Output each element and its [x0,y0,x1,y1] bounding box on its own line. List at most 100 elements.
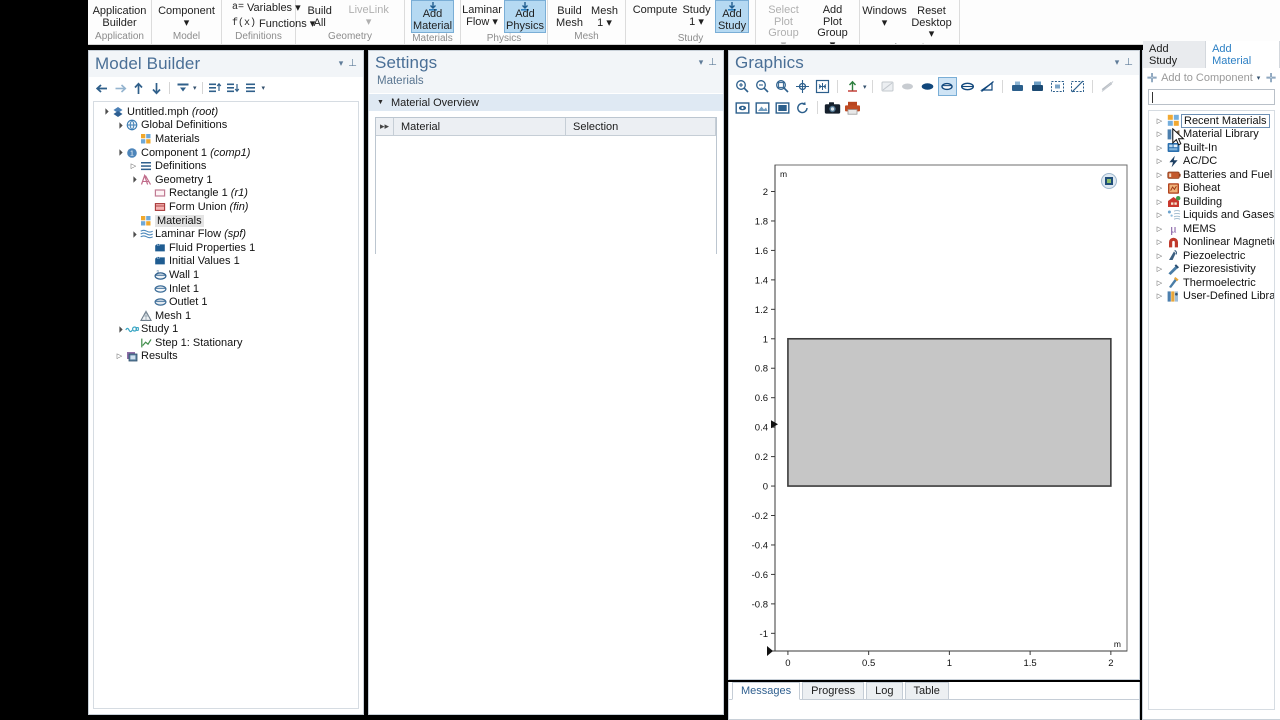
tree-node-global-definitions[interactable]: ◢ Global Definitions [94,119,358,133]
material-tree-node-material-library[interactable]: ▷ Material Library [1149,128,1274,142]
select-domains-icon[interactable] [918,77,937,96]
expander-closed-icon[interactable]: ▷ [1153,198,1166,206]
add-study-button[interactable]: Add Study [715,0,749,33]
plus-icon[interactable]: ✛ [1266,72,1276,84]
print-icon[interactable] [843,98,862,117]
zoom-to-selection-icon[interactable] [793,77,812,96]
tree-node-inlet-1[interactable]: Inlet 1 [94,282,358,296]
material-library-tree[interactable]: ▷ Recent Materials ▷ Material Library ▷ Built… [1148,110,1275,710]
expander-closed-icon[interactable]: ▷ [1153,279,1166,287]
material-tree-node-batteries-and-fuel-cell[interactable]: ▷ Batteries and Fuel Cell [1149,168,1274,182]
expander-open-icon[interactable]: ◢ [113,146,126,159]
material-tree-node-nonlinear-magnetic[interactable]: ▷ Nonlinear Magnetic [1149,236,1274,250]
pin-icon[interactable]: ⊥ [1124,57,1133,68]
collapse-all-icon[interactable] [226,81,241,96]
build-all-button[interactable]: Build All [302,4,337,30]
expander-closed-icon[interactable]: ▷ [128,162,139,170]
material-tree-node-building[interactable]: ▷ Building [1149,195,1274,209]
camera-icon[interactable] [823,98,842,117]
click-and-hide-icon[interactable] [1008,77,1027,96]
tree-node-form-union[interactable]: Form Union (fin) [94,200,358,214]
expander-closed-icon[interactable]: ▷ [114,352,125,360]
material-tree-node-built-in[interactable]: ▷ Built-In [1149,141,1274,155]
bottom-tab-messages[interactable]: Messages [732,682,801,700]
bottom-tab-table[interactable]: Table [904,682,949,699]
right-tab-add-material[interactable]: Add Material [1206,41,1280,68]
material-tree-node-user-defined-library[interactable]: ▷ User-Defined Library [1149,290,1274,304]
chevron-down-icon[interactable]: ▼ [377,99,384,106]
tree-node-mesh-1[interactable]: Mesh 1 [94,309,358,323]
variables-button[interactable]: a= Variables ▾ [228,0,305,15]
expander-open-icon[interactable]: ◢ [127,173,140,186]
deselect-box-icon[interactable] [1068,77,1087,96]
chevron-down-icon[interactable]: ▾ [262,84,266,92]
expander-open-icon[interactable]: ◢ [113,119,126,132]
reset-hiding-icon[interactable] [1028,77,1047,96]
bottom-tab-progress[interactable]: Progress [802,682,865,699]
expander-closed-icon[interactable]: ▷ [1153,265,1166,273]
select-box-icon[interactable] [1048,77,1067,96]
tree-node-step-1-stationary[interactable]: Step 1: Stationary [94,336,358,350]
tree-node-fluid-properties-1[interactable]: D Fluid Properties 1 [94,241,358,255]
add-to-component-button[interactable]: ✛ Add to Component ▾ ✛ [1143,68,1280,88]
expander-closed-icon[interactable]: ▷ [1153,211,1166,219]
expander-open-icon[interactable]: ◢ [113,323,126,336]
back-arrow-icon[interactable] [95,81,110,96]
material-tree-node-bioheat[interactable]: ▷ Bioheat [1149,182,1274,196]
mesh-1-button[interactable]: Mesh 1 ▾ [589,4,621,30]
panel-menu-icon[interactable]: ▾ [699,57,704,68]
material-tree-node-mems[interactable]: ▷ μ MEMS [1149,222,1274,236]
image-snapshot-icon[interactable] [753,98,772,117]
tree-node-component-1[interactable]: ◢ 1 Component 1 (comp1) [94,146,358,160]
zoom-extents-icon[interactable] [773,77,792,96]
expander-open-icon[interactable]: ◢ [127,228,140,241]
zoom-box-icon[interactable] [813,77,832,96]
material-tree-node-piezoresistivity[interactable]: ▷ Piezoresistivity [1149,263,1274,277]
add-physics-button[interactable]: Add Physics [504,0,546,33]
expander-closed-icon[interactable]: ▷ [1153,157,1166,165]
expander-closed-icon[interactable]: ▷ [1153,252,1166,260]
right-tab-add-study[interactable]: Add Study [1143,41,1207,68]
forward-arrow-icon[interactable] [113,81,128,96]
laminar-flow-button[interactable]: Laminar Flow ▾ [462,0,502,29]
tree-node-study-1[interactable]: ◢ Study 1 [94,323,358,337]
scene-light-icon[interactable] [733,98,752,117]
chevron-down-icon[interactable]: ▾ [193,84,197,92]
material-tree-node-piezoelectric[interactable]: ▷ Piezoelectric [1149,249,1274,263]
table-body[interactable] [376,136,716,254]
compute-button[interactable]: Compute [632,0,678,18]
tree-node-untitled-mph[interactable]: ◢ Untitled.mph (root) [94,105,358,119]
pin-icon[interactable]: ⊥ [708,57,717,68]
expander-closed-icon[interactable]: ▷ [1153,130,1166,138]
list-icon[interactable] [244,81,259,96]
material-tree-node-recent-materials[interactable]: ▷ Recent Materials [1149,113,1274,128]
bottom-tab-log[interactable]: Log [866,682,903,699]
material-overview-section-header[interactable]: ▼ Material Overview [369,93,723,111]
tree-node-laminar-flow[interactable]: ◢ Laminar Flow (spf) [94,227,358,241]
tree-node-materials[interactable]: Materials [94,132,358,146]
material-tree-node-liquids-and-gases[interactable]: ▷ Liquids and Gases [1149,209,1274,223]
tree-node-initial-values-1[interactable]: D Initial Values 1 [94,255,358,269]
message-log-body[interactable] [729,700,1139,719]
tree-node-wall-1[interactable]: D Wall 1 [94,268,358,282]
expander-closed-icon[interactable]: ▷ [1153,225,1166,233]
table-header-expand-icon[interactable]: ▸▸ [376,118,394,135]
study-1-button[interactable]: Study 1 ▾ [680,0,713,29]
panel-menu-icon[interactable]: ▾ [339,58,344,69]
tree-node-rectangle-1[interactable]: Rectangle 1 (r1) [94,187,358,201]
move-up-icon[interactable] [131,81,146,96]
expand-all-icon[interactable] [208,81,223,96]
tree-node-outlet-1[interactable]: Outlet 1 [94,295,358,309]
zoom-in-icon[interactable] [733,77,752,96]
expander-closed-icon[interactable]: ▷ [1153,171,1166,179]
reset-view-icon[interactable] [793,98,812,117]
tree-node-results[interactable]: ▷ Results [94,350,358,364]
component-button[interactable]: Component ▾ [158,0,215,30]
pin-icon[interactable]: ⊥ [348,58,357,69]
tree-node-definitions[interactable]: ▷ Definitions [94,159,358,173]
panel-menu-icon[interactable]: ▾ [1115,57,1120,68]
collapse-icon[interactable] [175,81,190,96]
zoom-out-icon[interactable] [753,77,772,96]
tree-node-materials[interactable]: Materials [94,214,358,228]
material-search-input[interactable] [1148,89,1275,105]
